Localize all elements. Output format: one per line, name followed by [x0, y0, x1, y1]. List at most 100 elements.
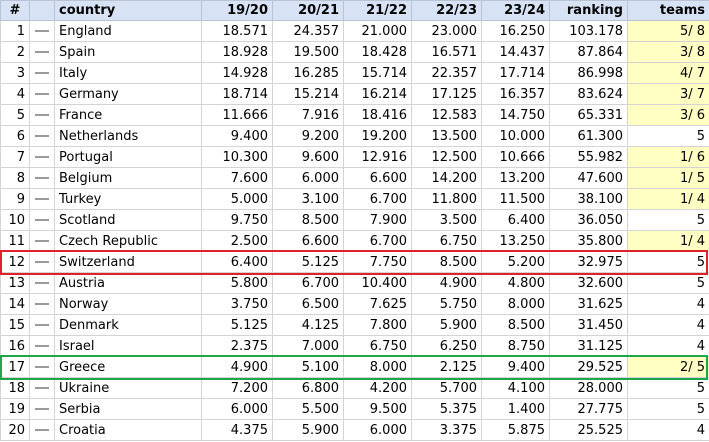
- table-row[interactable]: 2 Spain 18.928 19.500 18.428 16.571 14.437 87.8…: [0, 41, 709, 63]
- ranking-cell: 28.000: [549, 377, 628, 399]
- header-teams[interactable]: teams: [627, 0, 709, 21]
- ranking-cell: 25.525: [549, 419, 628, 441]
- season-23-24-cell: 4.800: [481, 272, 550, 294]
- header-season-20-21[interactable]: 20/21: [272, 0, 344, 21]
- movement-cell: [29, 251, 55, 273]
- table-row[interactable]: 13 Austria 5.800 6.700 10.400 4.900 4.800 32.60…: [0, 272, 709, 294]
- teams-cell: 5: [627, 272, 709, 294]
- season-19-20-cell: 5.000: [201, 188, 273, 210]
- season-21-22-cell: 6.700: [343, 230, 412, 252]
- season-19-20-cell: 6.400: [201, 251, 273, 273]
- table-row[interactable]: 9 Turkey 5.000 3.100 6.700 11.800 11.500 38.100…: [0, 188, 709, 210]
- teams-cell: 1/ 5: [627, 167, 709, 189]
- table-row[interactable]: 20 Croatia 4.375 5.900 6.000 3.375 5.875 25.525…: [0, 419, 709, 441]
- header-season-21-22[interactable]: 21/22: [343, 0, 412, 21]
- teams-cell: 4: [627, 419, 709, 441]
- season-22-23-cell: 5.750: [411, 293, 482, 315]
- season-23-24-cell: 4.100: [481, 377, 550, 399]
- ranking-cell: 38.100: [549, 188, 628, 210]
- no-change-dash-icon: [35, 429, 49, 431]
- country-cell: England: [54, 20, 202, 42]
- table-row[interactable]: 4 Germany 18.714 15.214 16.214 17.125 16.357 83…: [0, 83, 709, 105]
- table-row[interactable]: 14 Norway 3.750 6.500 7.625 5.750 8.000 31.625 4: [0, 293, 709, 315]
- season-22-23-cell: 5.900: [411, 314, 482, 336]
- teams-cell: 4: [627, 335, 709, 357]
- season-21-22-cell: 18.416: [343, 104, 412, 126]
- season-23-24-cell: 14.750: [481, 104, 550, 126]
- table-row[interactable]: 19 Serbia 6.000 5.500 9.500 5.375 1.400 27.775 5: [0, 398, 709, 420]
- ranking-cell: 36.050: [549, 209, 628, 231]
- country-cell: Serbia: [54, 398, 202, 420]
- movement-cell: [29, 146, 55, 168]
- table-row[interactable]: 15 Denmark 5.125 4.125 7.800 5.900 8.500 31.450…: [0, 314, 709, 336]
- header-season-23-24[interactable]: 23/24: [481, 0, 550, 21]
- country-cell: Switzerland: [54, 251, 202, 273]
- season-21-22-cell: 6.750: [343, 335, 412, 357]
- season-22-23-cell: 2.125: [411, 356, 482, 378]
- rank-cell: 2: [0, 41, 30, 63]
- country-cell: Norway: [54, 293, 202, 315]
- ranking-cell: 35.800: [549, 230, 628, 252]
- teams-cell: 5: [627, 377, 709, 399]
- season-22-23-cell: 12.500: [411, 146, 482, 168]
- season-20-21-cell: 7.000: [272, 335, 344, 357]
- season-23-24-cell: 10.666: [481, 146, 550, 168]
- rank-cell: 11: [0, 230, 30, 252]
- season-19-20-cell: 6.000: [201, 398, 273, 420]
- table-row[interactable]: 1 England 18.571 24.357 21.000 23.000 16.250 10…: [0, 20, 709, 42]
- table-row[interactable]: 11 Czech Republic 2.500 6.600 6.700 6.750 13.2…: [0, 230, 709, 252]
- ranking-cell: 32.975: [549, 251, 628, 273]
- season-20-21-cell: 15.214: [272, 83, 344, 105]
- rank-cell: 14: [0, 293, 30, 315]
- header-season-19-20[interactable]: 19/20: [201, 0, 273, 21]
- ranking-cell: 29.525: [549, 356, 628, 378]
- season-21-22-cell: 7.750: [343, 251, 412, 273]
- movement-cell: [29, 41, 55, 63]
- movement-cell: [29, 83, 55, 105]
- teams-cell: 5: [627, 125, 709, 147]
- no-change-dash-icon: [35, 219, 49, 221]
- ranking-cell: 31.125: [549, 335, 628, 357]
- season-19-20-cell: 2.375: [201, 335, 273, 357]
- teams-cell: 3/ 8: [627, 41, 709, 63]
- header-rank[interactable]: #: [0, 0, 30, 21]
- teams-cell: 3/ 7: [627, 83, 709, 105]
- header-season-22-23[interactable]: 22/23: [411, 0, 482, 21]
- season-22-23-cell: 8.500: [411, 251, 482, 273]
- table-row[interactable]: 3 Italy 14.928 16.285 15.714 22.357 17.714 86.9…: [0, 62, 709, 84]
- season-22-23-cell: 23.000: [411, 20, 482, 42]
- table-row[interactable]: 5 France 11.666 7.916 18.416 12.583 14.750 65.3…: [0, 104, 709, 126]
- movement-cell: [29, 377, 55, 399]
- rank-cell: 17: [0, 356, 30, 378]
- header-ranking[interactable]: ranking: [549, 0, 628, 21]
- season-20-21-cell: 9.600: [272, 146, 344, 168]
- table-row[interactable]: 16 Israel 2.375 7.000 6.750 6.250 8.750 31.125 4: [0, 335, 709, 357]
- table-row[interactable]: 17 Greece 4.900 5.100 8.000 2.125 9.400 29.525 2…: [0, 356, 709, 378]
- table-row[interactable]: 7 Portugal 10.300 9.600 12.916 12.500 10.666 55…: [0, 146, 709, 168]
- table-row[interactable]: 6 Netherlands 9.400 9.200 19.200 13.500 10.000…: [0, 125, 709, 147]
- no-change-dash-icon: [35, 408, 49, 410]
- season-22-23-cell: 6.750: [411, 230, 482, 252]
- season-21-22-cell: 7.800: [343, 314, 412, 336]
- ranking-cell: 65.331: [549, 104, 628, 126]
- movement-cell: [29, 419, 55, 441]
- table-row[interactable]: 12 Switzerland 6.400 5.125 7.750 8.500 5.200 32…: [0, 251, 709, 273]
- season-23-24-cell: 11.500: [481, 188, 550, 210]
- season-23-24-cell: 8.750: [481, 335, 550, 357]
- movement-cell: [29, 167, 55, 189]
- table-row[interactable]: 18 Ukraine 7.200 6.800 4.200 5.700 4.100 28.000…: [0, 377, 709, 399]
- country-cell: Netherlands: [54, 125, 202, 147]
- table-row[interactable]: 8 Belgium 7.600 6.000 6.600 14.200 13.200 47.60…: [0, 167, 709, 189]
- header-movement: [29, 0, 55, 21]
- season-23-24-cell: 16.357: [481, 83, 550, 105]
- season-20-21-cell: 9.200: [272, 125, 344, 147]
- no-change-dash-icon: [35, 240, 49, 242]
- season-22-23-cell: 6.250: [411, 335, 482, 357]
- movement-cell: [29, 20, 55, 42]
- header-country[interactable]: country: [54, 0, 202, 21]
- season-23-24-cell: 8.500: [481, 314, 550, 336]
- rank-cell: 5: [0, 104, 30, 126]
- table-row[interactable]: 10 Scotland 9.750 8.500 7.900 3.500 6.400 36.05…: [0, 209, 709, 231]
- season-20-21-cell: 5.100: [272, 356, 344, 378]
- season-19-20-cell: 10.300: [201, 146, 273, 168]
